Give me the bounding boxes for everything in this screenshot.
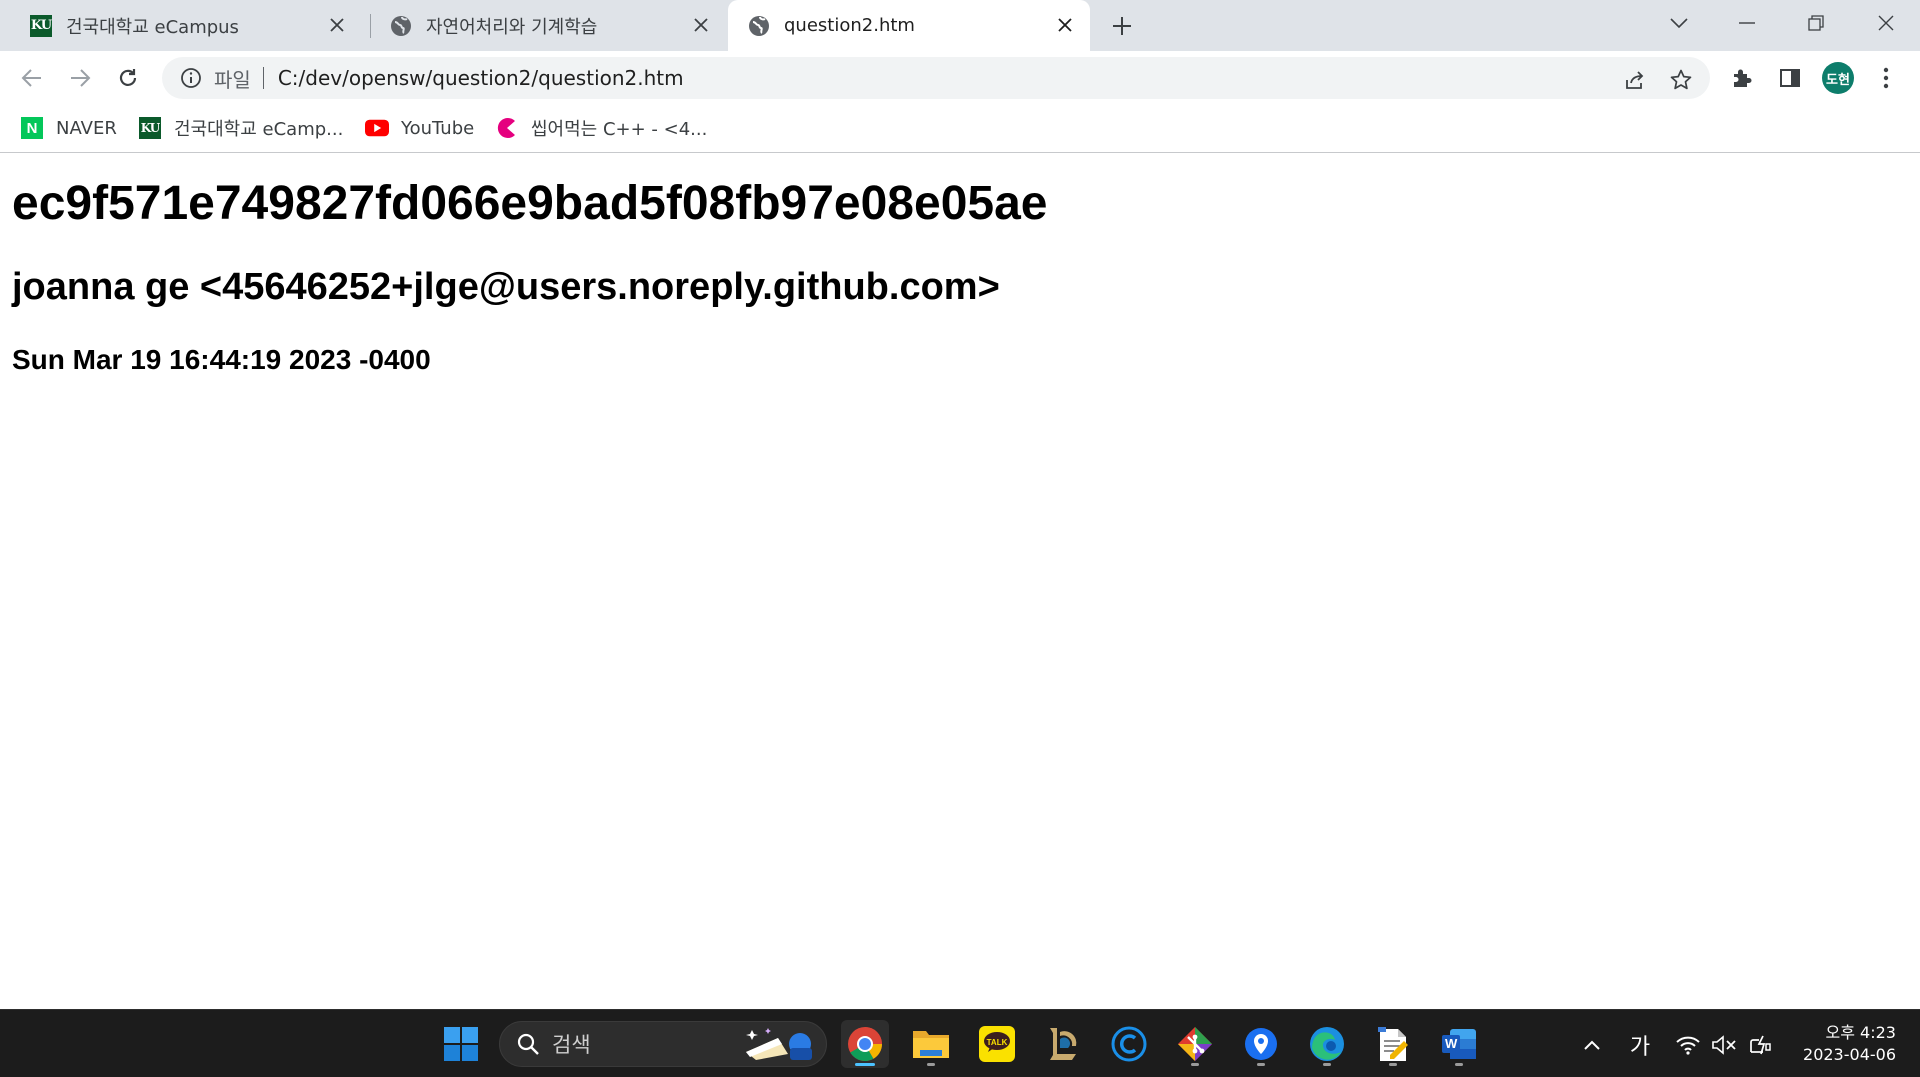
browser-menu-icon[interactable] xyxy=(1870,62,1902,94)
globe-icon xyxy=(390,15,412,37)
search-icon xyxy=(516,1032,540,1056)
site-info-icon[interactable] xyxy=(178,65,204,91)
tab-ecampus[interactable]: KU 건국대학교 eCampus xyxy=(0,0,362,51)
volume-muted-icon[interactable] xyxy=(1708,1030,1740,1060)
address-divider xyxy=(262,67,264,89)
ku-logo-icon: KU xyxy=(30,14,52,37)
ime-indicator[interactable]: 가 xyxy=(1624,1030,1656,1060)
windows-taskbar: 검색 TALK W 가 오후 4:23 2023-04-06 xyxy=(0,1009,1920,1077)
new-tab-button[interactable] xyxy=(1108,12,1136,40)
ku-logo-icon: KU xyxy=(138,116,162,140)
edge-taskbar-button[interactable] xyxy=(1303,1020,1351,1068)
tab-question2[interactable]: question2.htm xyxy=(728,0,1090,51)
restore-button[interactable] xyxy=(1798,8,1834,38)
word-taskbar-button[interactable]: W xyxy=(1435,1020,1483,1068)
running-indicator xyxy=(1323,1063,1331,1066)
c-app-icon xyxy=(1111,1026,1147,1062)
tab-search-chevron-icon[interactable] xyxy=(1661,8,1697,38)
chrome-icon xyxy=(847,1026,883,1062)
maps-taskbar-button[interactable] xyxy=(1237,1020,1285,1068)
bookmark-star-icon[interactable] xyxy=(1666,65,1696,95)
maps-pin-icon xyxy=(1244,1027,1278,1061)
clock-time: 오후 4:23 xyxy=(1825,1023,1896,1042)
close-tab-icon[interactable] xyxy=(690,14,712,36)
kakaotalk-icon: TALK xyxy=(979,1026,1015,1062)
bookmark-label: 건국대학교 eCamp... xyxy=(174,119,344,140)
running-indicator xyxy=(1257,1063,1265,1066)
kakaotalk-taskbar-button[interactable]: TALK xyxy=(973,1020,1021,1068)
tab-nlp-ml[interactable]: 자연어처리와 기계학습 xyxy=(362,0,726,51)
commit-author-heading: joanna ge <45646252+jlge@users.noreply.g… xyxy=(12,266,1000,308)
system-clock[interactable]: 오후 4:23 2023-04-06 xyxy=(1784,1022,1896,1066)
bookmark-label: NAVER xyxy=(56,117,117,139)
file-explorer-icon xyxy=(912,1028,950,1060)
minimize-button[interactable] xyxy=(1729,8,1765,38)
url-text[interactable]: C:/dev/opensw/question2/question2.htm xyxy=(278,66,684,90)
browser-toolbar: 파일 C:/dev/opensw/question2/question2.htm… xyxy=(0,51,1920,104)
file-scheme-label: 파일 xyxy=(214,67,251,92)
git-icon xyxy=(1176,1025,1214,1063)
back-button[interactable] xyxy=(16,62,48,94)
reload-button[interactable] xyxy=(112,62,144,94)
league-of-legends-icon xyxy=(1046,1026,1080,1062)
show-hidden-icons-chevron-icon[interactable] xyxy=(1576,1030,1608,1060)
clock-date: 2023-04-06 xyxy=(1803,1045,1896,1064)
commit-hash-heading: ec9f571e749827fd066e9bad5f08fb97e08e05ae xyxy=(12,177,1048,230)
search-highlight-icon xyxy=(738,1024,816,1064)
git-taskbar-button[interactable] xyxy=(1171,1020,1219,1068)
battery-charging-icon[interactable] xyxy=(1744,1030,1776,1060)
notepad-icon xyxy=(1376,1025,1410,1063)
forward-button[interactable] xyxy=(64,62,96,94)
tab-title: 건국대학교 eCampus xyxy=(66,16,239,38)
bookmark-modoocode[interactable]: 씹어먹는 C++ - <4... xyxy=(495,115,707,141)
profile-avatar[interactable]: 도현 xyxy=(1822,62,1854,94)
youtube-icon xyxy=(365,116,389,140)
running-indicator xyxy=(1389,1063,1397,1066)
tab-title: 자연어처리와 기계학습 xyxy=(426,16,598,38)
address-bar[interactable]: 파일 C:/dev/opensw/question2/question2.htm xyxy=(162,57,1710,99)
league-of-legends-taskbar-button[interactable] xyxy=(1039,1020,1087,1068)
side-panel-icon[interactable] xyxy=(1774,62,1806,94)
close-window-button[interactable] xyxy=(1868,8,1904,38)
extensions-puzzle-icon[interactable] xyxy=(1726,62,1758,94)
running-indicator xyxy=(1455,1063,1463,1066)
commit-date-heading: Sun Mar 19 16:44:19 2023 -0400 xyxy=(12,344,431,375)
running-indicator xyxy=(1191,1063,1199,1066)
search-label: 검색 xyxy=(552,1033,591,1057)
edge-icon xyxy=(1308,1025,1346,1063)
page-content: ec9f571e749827fd066e9bad5f08fb97e08e05ae… xyxy=(0,154,1920,1009)
bookmark-ecampus[interactable]: KU 건국대학교 eCamp... xyxy=(138,115,343,141)
bookmark-label: YouTube xyxy=(401,117,475,139)
close-tab-icon[interactable] xyxy=(1054,14,1076,36)
tab-title: question2.htm xyxy=(784,15,915,36)
bookmark-label: 씹어먹는 C++ - <4... xyxy=(531,119,708,140)
modoocode-icon xyxy=(495,116,519,140)
tab-strip: KU 건국대학교 eCampus 자연어처리와 기계학습 question2.h… xyxy=(0,0,1920,51)
globe-icon xyxy=(748,15,770,37)
bookmark-youtube[interactable]: YouTube xyxy=(365,115,474,141)
chrome-taskbar-button[interactable] xyxy=(841,1020,889,1068)
bookmark-naver[interactable]: N NAVER xyxy=(20,115,117,141)
share-icon[interactable] xyxy=(1620,65,1650,95)
running-indicator xyxy=(927,1063,935,1066)
windows-start-icon[interactable] xyxy=(437,1020,485,1068)
active-indicator xyxy=(855,1063,875,1066)
wifi-icon[interactable] xyxy=(1672,1030,1704,1060)
file-explorer-taskbar-button[interactable] xyxy=(907,1020,955,1068)
word-icon: W xyxy=(1440,1027,1478,1061)
naver-icon: N xyxy=(20,116,44,140)
notepad-taskbar-button[interactable] xyxy=(1369,1020,1417,1068)
taskbar-search-box[interactable]: 검색 xyxy=(499,1021,827,1067)
close-tab-icon[interactable] xyxy=(326,14,348,36)
bookmarks-bar: N NAVER KU 건국대학교 eCamp... YouTube 씹어먹는 C… xyxy=(0,104,1920,153)
c-app-taskbar-button[interactable] xyxy=(1105,1020,1153,1068)
